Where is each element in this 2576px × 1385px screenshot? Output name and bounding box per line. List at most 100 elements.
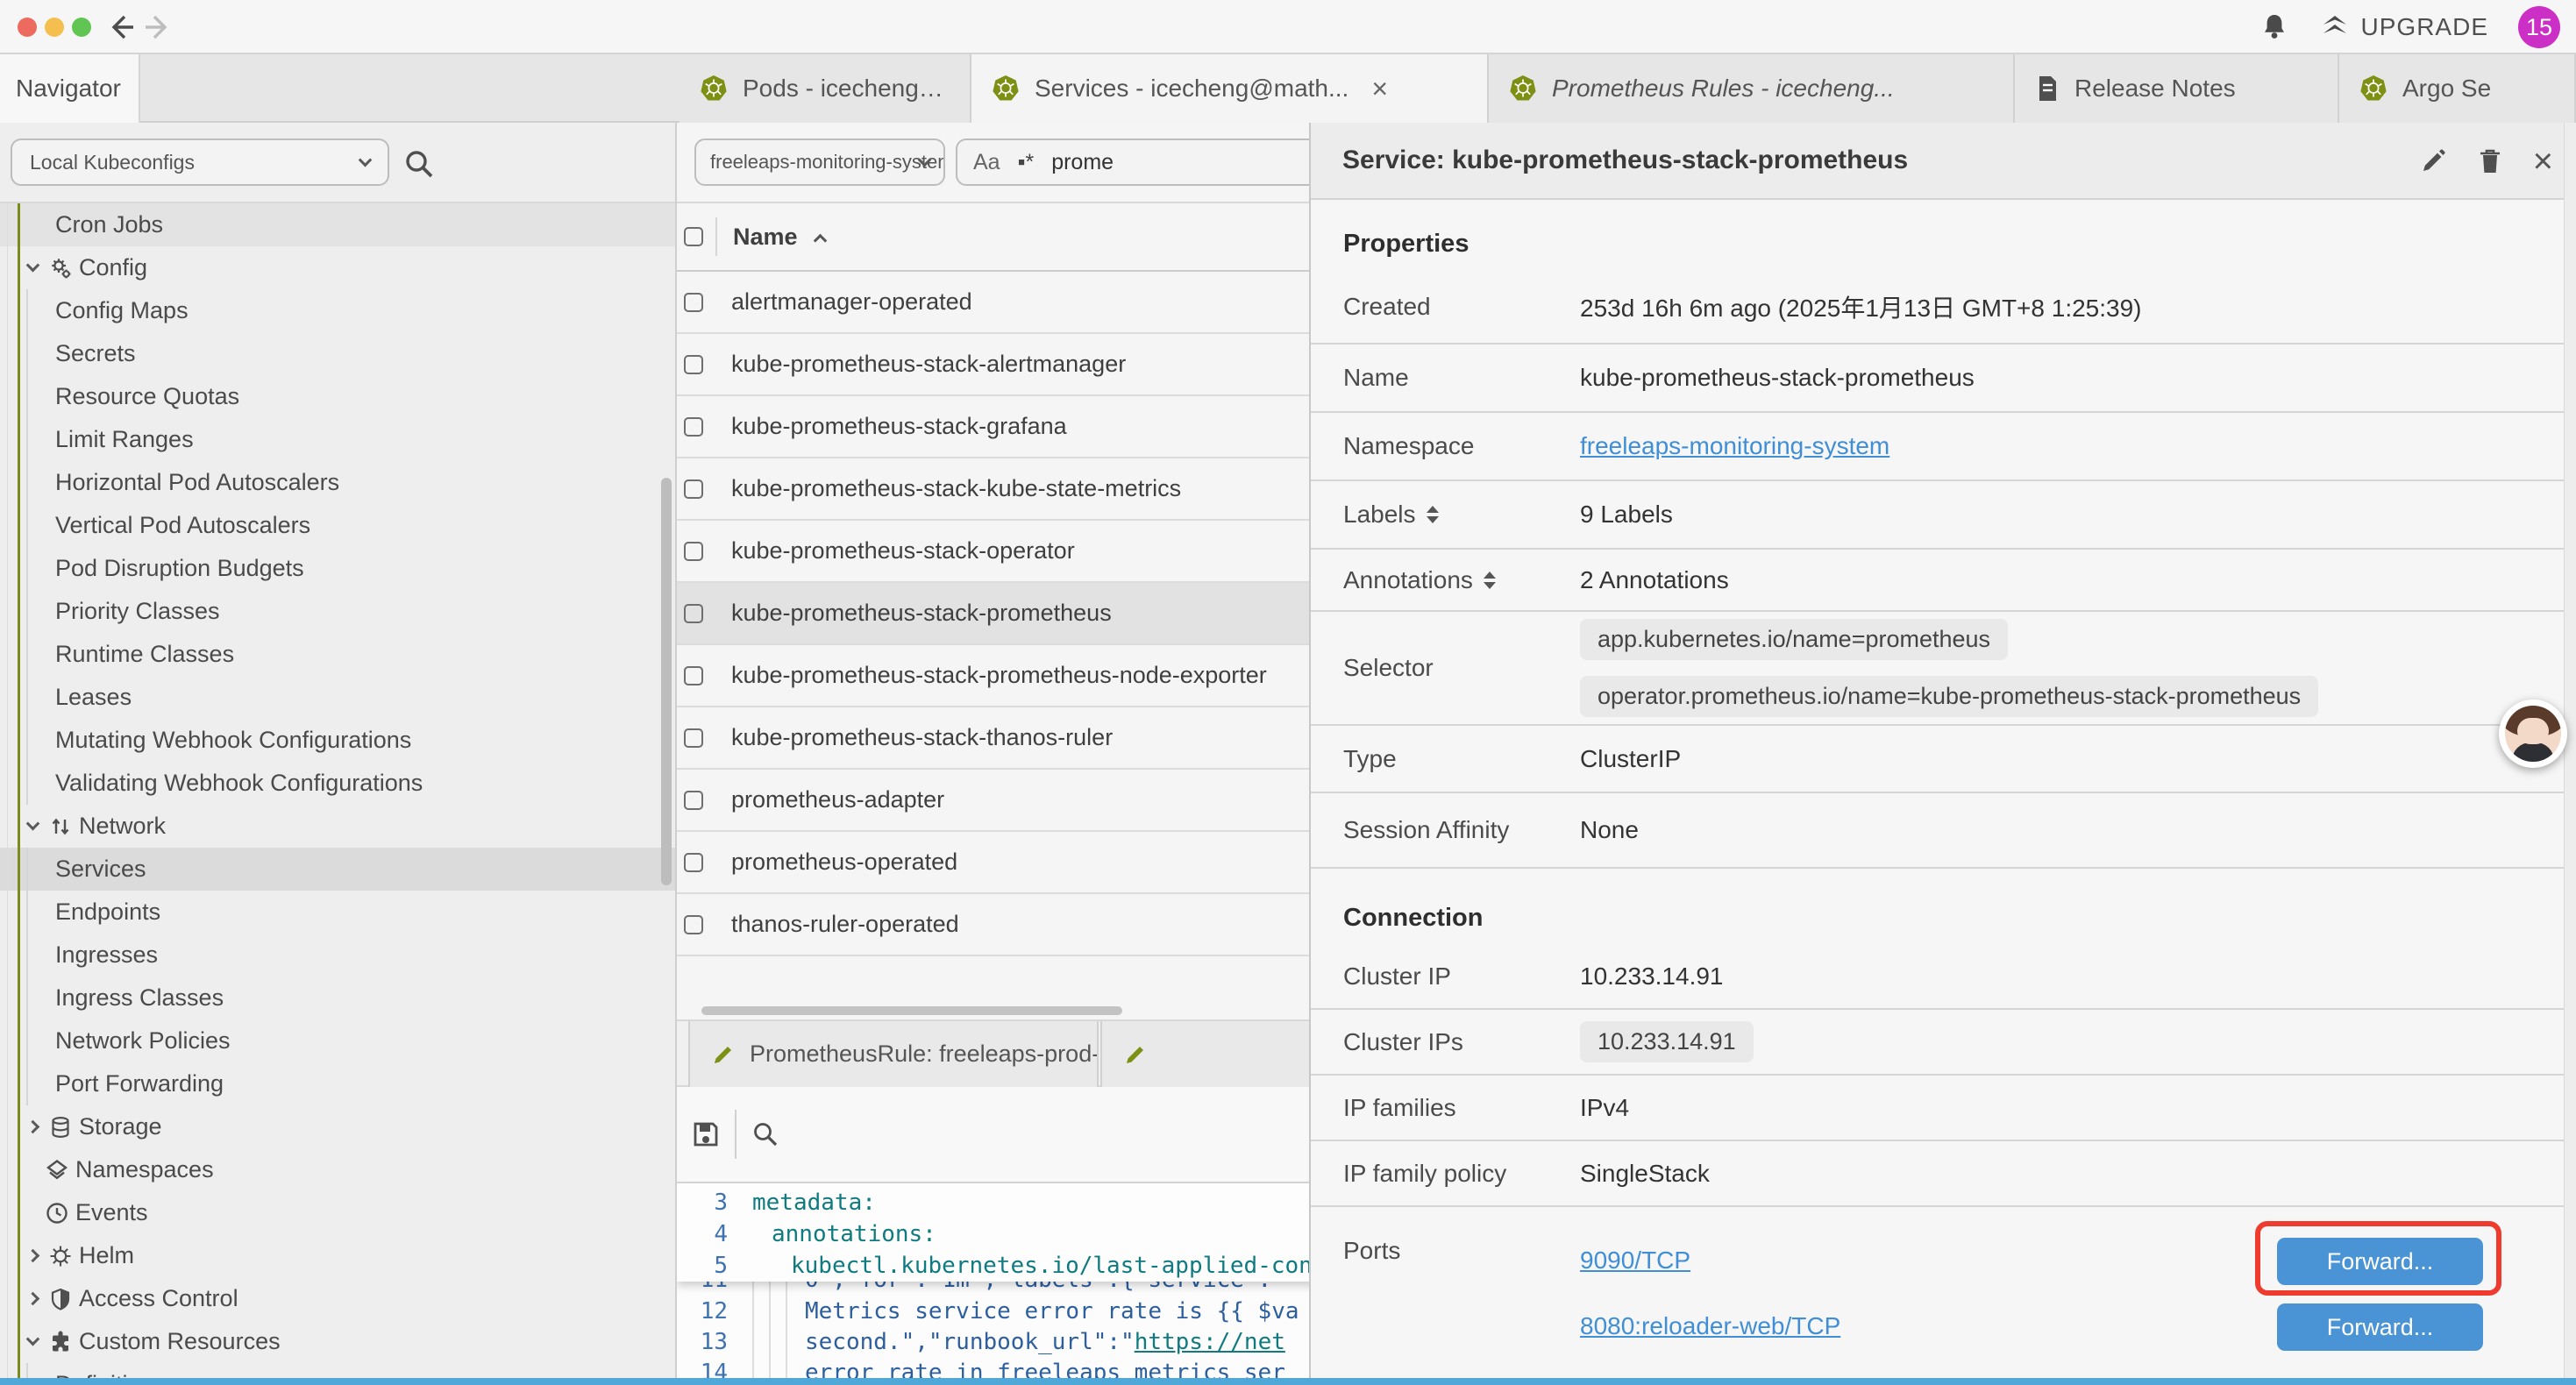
sidebar-item-storage[interactable]: Storage	[0, 1105, 675, 1148]
sidebar-item-cron-jobs[interactable]: Cron Jobs	[0, 203, 675, 246]
row-checkbox[interactable]	[684, 666, 703, 685]
row-checkbox[interactable]	[684, 293, 703, 312]
sidebar-item-config[interactable]: Config	[0, 246, 675, 289]
sidebar-item-leases[interactable]: Leases	[0, 676, 675, 719]
port-link[interactable]: 9090/TCP	[1580, 1246, 1690, 1275]
sidebar-item-priority-classes[interactable]: Priority Classes	[0, 590, 675, 633]
updown-icon	[47, 814, 74, 839]
sidebar-item-secrets[interactable]: Secrets	[0, 332, 675, 375]
row-checkbox[interactable]	[684, 355, 703, 374]
row-checkbox[interactable]	[684, 915, 703, 934]
row-checkbox[interactable]	[684, 604, 703, 623]
sidebar-item-ingresses[interactable]: Ingresses	[0, 934, 675, 977]
document-icon	[2034, 74, 2060, 103]
sidebar-search-icon[interactable]	[402, 146, 437, 181]
navigator-panel-tab[interactable]: Navigator	[0, 54, 140, 123]
tab-close-icon[interactable]: ×	[1371, 73, 1388, 105]
chevron-right-icon[interactable]	[25, 1249, 39, 1263]
sidebar-item-label: Network	[79, 813, 166, 840]
sidebar-item-ingress-classes[interactable]: Ingress Classes	[0, 977, 675, 1019]
detail-label-text: Cluster IPs	[1343, 1028, 1463, 1056]
edit-pencil-icon[interactable]	[2419, 147, 2447, 175]
sidebar-item-vertical-pod-autoscalers[interactable]: Vertical Pod Autoscalers	[0, 504, 675, 547]
tree-edge-line	[7, 203, 8, 1385]
sidebar-item-endpoints[interactable]: Endpoints	[0, 891, 675, 934]
sort-updown-icon[interactable]	[1427, 506, 1439, 523]
forward-arrow-icon[interactable]	[142, 11, 174, 43]
chevron-down-icon	[359, 153, 373, 167]
sidebar-item-custom-resources[interactable]: Custom Resources	[0, 1320, 675, 1363]
service-name: alertmanager-operated	[731, 288, 972, 316]
workspace-tab-1[interactable]: Services - icecheng@math...×	[971, 54, 1489, 123]
sidebar-item-limit-ranges[interactable]: Limit Ranges	[0, 418, 675, 461]
row-checkbox[interactable]	[684, 542, 703, 561]
workspace-tab-0[interactable]: Pods - icecheng@mathmas...	[680, 54, 971, 123]
match-case-toggle[interactable]: Aa	[973, 150, 1000, 175]
sidebar-item-pod-disruption-budgets[interactable]: Pod Disruption Budgets	[0, 547, 675, 590]
back-arrow-icon[interactable]	[105, 11, 137, 43]
detail-label-text: IP families	[1343, 1094, 1456, 1122]
row-checkbox[interactable]	[684, 479, 703, 499]
window-zoom-button[interactable]	[72, 18, 91, 37]
sidebar-item-horizontal-pod-autoscalers[interactable]: Horizontal Pod Autoscalers	[0, 461, 675, 504]
editor-search-icon[interactable]	[751, 1119, 780, 1149]
kubeconfig-selector[interactable]: Local Kubeconfigs	[11, 138, 389, 186]
name-filter-input[interactable]: Aa ▪* prome	[956, 138, 1333, 186]
sidebar-item-network[interactable]: Network	[0, 805, 675, 848]
sort-updown-icon[interactable]	[1484, 572, 1496, 589]
line-code: Metrics service error rate is {{ $va	[805, 1296, 1299, 1327]
close-icon[interactable]: ×	[2533, 144, 2553, 179]
detail-scrollbar-track[interactable]	[2564, 123, 2576, 1385]
notification-badge[interactable]: 15	[2518, 6, 2560, 48]
sidebar-item-runtime-classes[interactable]: Runtime Classes	[0, 633, 675, 676]
workspace-tab-2[interactable]: Prometheus Rules - icecheng...	[1489, 54, 2015, 123]
window-minimize-button[interactable]	[45, 18, 64, 37]
sidebar-item-namespaces[interactable]: Namespaces	[0, 1148, 675, 1191]
row-checkbox[interactable]	[684, 728, 703, 748]
forward-button[interactable]: Forward...	[2277, 1303, 2483, 1351]
detail-label-text: Type	[1343, 745, 1397, 773]
row-checkbox[interactable]	[684, 853, 703, 872]
sidebar-item-events[interactable]: Events	[0, 1191, 675, 1234]
line-code: annotations:	[772, 1218, 936, 1250]
kubernetes-icon	[991, 74, 1021, 103]
sidebar-item-access-control[interactable]: Access Control	[0, 1277, 675, 1320]
chevron-down-icon[interactable]	[25, 1332, 39, 1346]
select-all-checkbox[interactable]	[684, 227, 703, 246]
sidebar-item-port-forwarding[interactable]: Port Forwarding	[0, 1062, 675, 1105]
row-checkbox[interactable]	[684, 417, 703, 437]
code-link[interactable]: https://net	[1135, 1329, 1285, 1355]
sidebar-item-resource-quotas[interactable]: Resource Quotas	[0, 375, 675, 418]
namespace-selector[interactable]: freeleaps-monitoring-system	[694, 138, 945, 186]
window-close-button[interactable]	[18, 18, 37, 37]
editor-tab-prometheusrule[interactable]: PrometheusRule: freeleaps-prod-rabbitmq	[688, 1021, 1099, 1087]
chevron-down-icon[interactable]	[25, 817, 39, 831]
workspace-tab-3[interactable]: Release Notes	[2015, 54, 2339, 123]
chevron-right-icon[interactable]	[25, 1292, 39, 1306]
namespace-link[interactable]: freeleaps-monitoring-system	[1580, 432, 1889, 460]
regex-toggle[interactable]: ▪*	[1018, 150, 1035, 175]
horizontal-scrollbar-thumb[interactable]	[701, 1006, 1122, 1015]
sort-ascending-icon[interactable]	[813, 233, 827, 247]
chevron-right-icon[interactable]	[25, 1120, 39, 1134]
sidebar-item-config-maps[interactable]: Config Maps	[0, 289, 675, 332]
bell-icon[interactable]	[2259, 11, 2289, 43]
assistant-avatar[interactable]	[2499, 700, 2567, 768]
chevron-down-icon[interactable]	[25, 259, 39, 273]
detail-row-namespace: Namespacefreeleaps-monitoring-system	[1311, 413, 2576, 481]
detail-label-text: Created	[1343, 293, 1431, 321]
section-heading: Connection	[1311, 904, 2576, 933]
sidebar-item-helm[interactable]: Helm	[0, 1234, 675, 1277]
row-checkbox[interactable]	[684, 791, 703, 810]
sidebar-item-mutating-webhook-configurations[interactable]: Mutating Webhook Configurations	[0, 719, 675, 762]
save-icon[interactable]	[691, 1119, 721, 1149]
port-link[interactable]: 8080:reloader-web/TCP	[1580, 1312, 1840, 1340]
sidebar-item-services[interactable]: Services	[0, 848, 675, 891]
sidebar-item-network-policies[interactable]: Network Policies	[0, 1019, 675, 1062]
workspace-tab-4[interactable]: Argo Se	[2339, 54, 2576, 123]
name-column-header[interactable]: Name	[733, 224, 798, 251]
sidebar-scrollbar-thumb[interactable]	[661, 478, 672, 885]
sidebar-item-validating-webhook-configurations[interactable]: Validating Webhook Configurations	[0, 762, 675, 805]
upgrade-button[interactable]: UPGRADE	[2319, 12, 2488, 42]
delete-trash-icon[interactable]	[2477, 146, 2503, 176]
